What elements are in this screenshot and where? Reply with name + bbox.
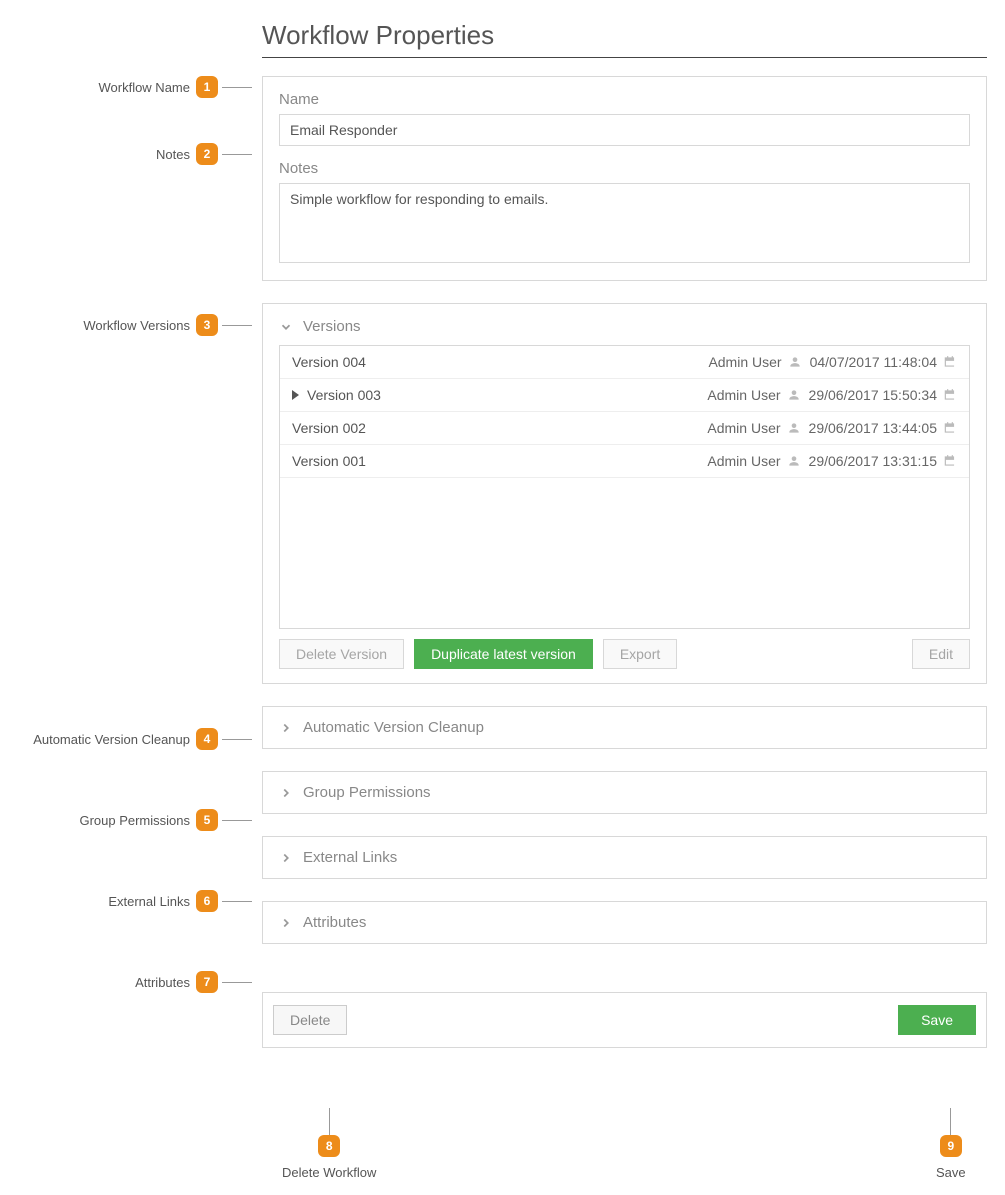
chevron-right-icon xyxy=(279,851,293,865)
external-links-label: External Links xyxy=(303,849,397,866)
callout-1: Workflow Name 1 xyxy=(80,76,252,98)
callout-6: External Links 6 xyxy=(80,890,252,912)
callout-8: 8 Delete Workflow xyxy=(282,1108,376,1180)
chevron-right-icon xyxy=(279,916,293,930)
user-icon xyxy=(787,421,801,435)
automatic-version-cleanup-toggle[interactable]: Automatic Version Cleanup xyxy=(279,719,970,736)
chevron-right-icon xyxy=(279,786,293,800)
attributes-label: Attributes xyxy=(303,914,366,931)
calendar-icon xyxy=(943,388,957,402)
calendar-icon xyxy=(943,454,957,468)
callout-2: Notes 2 xyxy=(80,143,252,165)
callout-9: 9 Save xyxy=(936,1108,966,1180)
version-date: 29/06/2017 15:50:34 xyxy=(809,387,937,403)
group-permissions-panel: Group Permissions xyxy=(262,771,987,814)
user-icon xyxy=(788,355,802,369)
callout-3: Workflow Versions 3 xyxy=(80,314,252,336)
version-user: Admin User xyxy=(707,420,780,436)
calendar-icon xyxy=(943,355,957,369)
version-row[interactable]: Version 003 Admin User 29/06/2017 15:50:… xyxy=(280,379,969,412)
version-name: Version 004 xyxy=(292,354,366,370)
footer-panel: Delete Save xyxy=(262,992,987,1048)
version-name: Version 002 xyxy=(292,420,366,436)
calendar-icon xyxy=(943,421,957,435)
version-row[interactable]: Version 004 Admin User 04/07/2017 11:48:… xyxy=(280,346,969,379)
versions-panel: Versions Version 004 Admin User 04/07/20… xyxy=(262,303,987,684)
version-name: Version 003 xyxy=(307,387,381,403)
version-row[interactable]: Version 001 Admin User 29/06/2017 13:31:… xyxy=(280,445,969,478)
automatic-version-cleanup-panel: Automatic Version Cleanup xyxy=(262,706,987,749)
external-links-toggle[interactable]: External Links xyxy=(279,849,970,866)
callout-5: Group Permissions 5 xyxy=(60,809,252,831)
title-divider xyxy=(262,57,987,58)
version-row[interactable]: Version 002 Admin User 29/06/2017 13:44:… xyxy=(280,412,969,445)
name-notes-panel: Name Notes Simple workflow for respondin… xyxy=(262,76,987,281)
user-icon xyxy=(787,454,801,468)
callout-4: Automatic Version Cleanup 4 xyxy=(22,728,252,750)
notes-label: Notes xyxy=(279,160,970,177)
save-button[interactable]: Save xyxy=(898,1005,976,1035)
versions-table: Version 004 Admin User 04/07/2017 11:48:… xyxy=(279,345,970,629)
version-date: 04/07/2017 11:48:04 xyxy=(810,354,937,370)
versions-toggle[interactable]: Versions xyxy=(279,318,970,335)
versions-empty-space xyxy=(280,478,969,628)
chevron-right-icon xyxy=(279,721,293,735)
automatic-version-cleanup-label: Automatic Version Cleanup xyxy=(303,719,484,736)
version-user: Admin User xyxy=(707,453,780,469)
version-date: 29/06/2017 13:44:05 xyxy=(809,420,937,436)
edit-button[interactable]: Edit xyxy=(912,639,970,669)
external-links-panel: External Links xyxy=(262,836,987,879)
version-user: Admin User xyxy=(708,354,781,370)
delete-version-button[interactable]: Delete Version xyxy=(279,639,404,669)
name-label: Name xyxy=(279,91,970,108)
version-name: Version 001 xyxy=(292,453,366,469)
user-icon xyxy=(787,388,801,402)
delete-button[interactable]: Delete xyxy=(273,1005,347,1035)
group-permissions-toggle[interactable]: Group Permissions xyxy=(279,784,970,801)
duplicate-version-button[interactable]: Duplicate latest version xyxy=(414,639,593,669)
versions-actions: Delete Version Duplicate latest version … xyxy=(279,639,970,669)
callout-7: Attributes 7 xyxy=(80,971,252,993)
play-icon xyxy=(292,390,299,400)
attributes-toggle[interactable]: Attributes xyxy=(279,914,970,931)
chevron-down-icon xyxy=(279,320,293,334)
name-input[interactable] xyxy=(279,114,970,146)
export-button[interactable]: Export xyxy=(603,639,677,669)
version-user: Admin User xyxy=(707,387,780,403)
attributes-panel: Attributes xyxy=(262,901,987,944)
notes-textarea[interactable]: Simple workflow for responding to emails… xyxy=(279,183,970,263)
group-permissions-label: Group Permissions xyxy=(303,784,431,801)
versions-header: Versions xyxy=(303,318,361,335)
version-date: 29/06/2017 13:31:15 xyxy=(809,453,937,469)
page-title: Workflow Properties xyxy=(262,20,987,51)
